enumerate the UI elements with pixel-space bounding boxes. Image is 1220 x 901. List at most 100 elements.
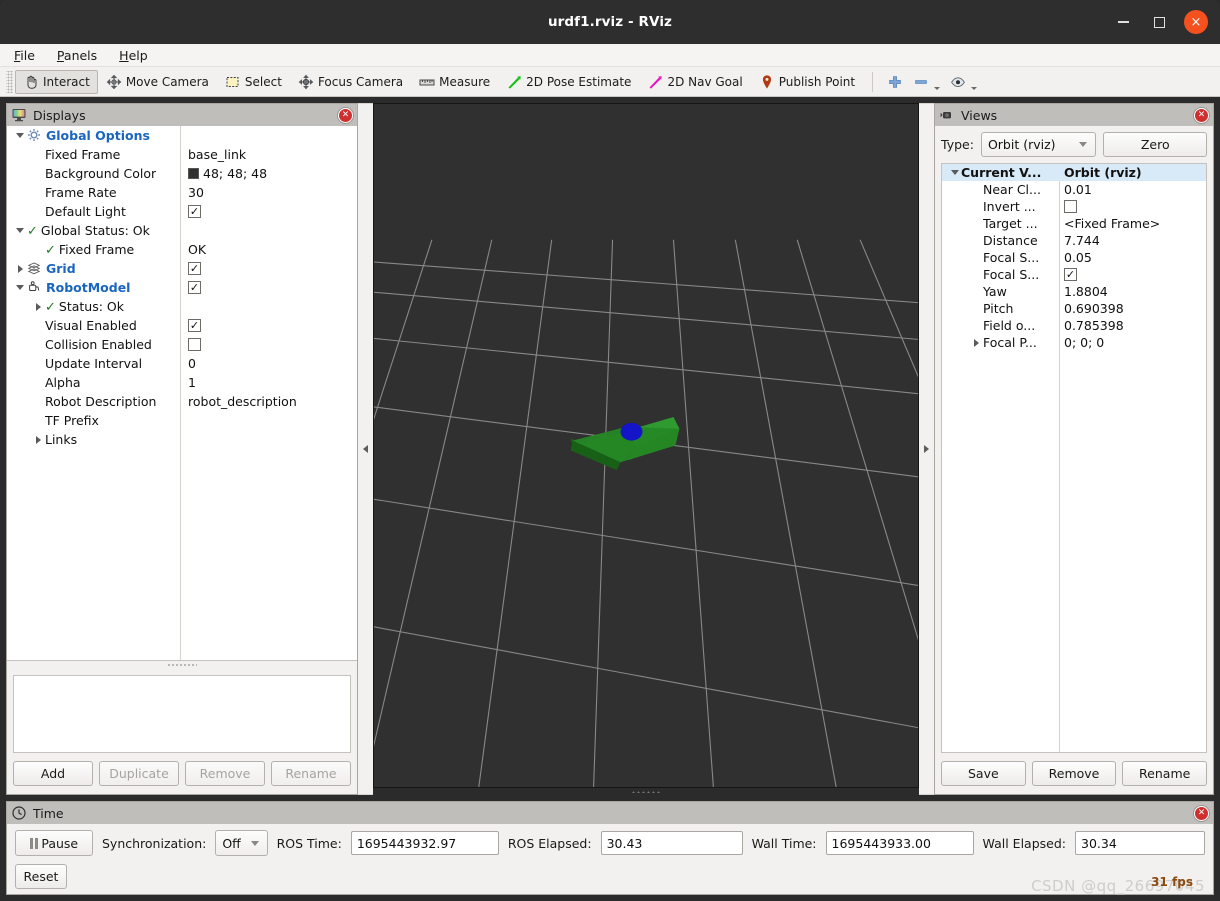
display-row[interactable]: Background Color 48; 48; 48 — [7, 164, 357, 183]
view-row-value[interactable]: 0.690398 — [1064, 301, 1124, 316]
views-tree[interactable]: Current V... Orbit (rviz) Near Cl... 0.01 In… — [941, 163, 1207, 753]
tool-focus-camera[interactable]: Focus Camera — [290, 70, 411, 94]
display-row[interactable]: Collision Enabled — [7, 335, 357, 354]
maximize-icon[interactable] — [1148, 11, 1170, 33]
displays-remove-button[interactable]: Remove — [185, 761, 265, 786]
wall-time-field[interactable]: 1695443933.00 — [825, 831, 974, 855]
display-row[interactable]: Visual Enabled ✓ — [7, 316, 357, 335]
display-row[interactable]: Grid ✓ — [7, 259, 357, 278]
display-row[interactable]: ✓ Global Status: Ok — [7, 221, 357, 240]
checkbox[interactable]: ✓ — [188, 262, 201, 275]
reset-button[interactable]: Reset — [15, 864, 67, 889]
viewport-splitter[interactable] — [373, 788, 919, 795]
tool-publish-point[interactable]: Publish Point — [751, 70, 863, 94]
tool-interact[interactable]: Interact — [15, 69, 98, 94]
tool-move-camera[interactable]: Move Camera — [98, 70, 217, 94]
checkbox[interactable] — [188, 338, 201, 351]
display-row-value[interactable]: base_link — [188, 147, 246, 162]
view-row[interactable]: Focal S... 0.05 — [942, 249, 1206, 266]
display-row[interactable]: Default Light ✓ — [7, 202, 357, 221]
display-row[interactable]: Fixed Frame base_link — [7, 145, 357, 164]
displays-duplicate-button[interactable]: Duplicate — [99, 761, 179, 786]
views-remove-button[interactable]: Remove — [1031, 761, 1117, 786]
display-row-value[interactable]: 30 — [188, 185, 204, 200]
ros-time-field[interactable]: 1695443932.97 — [350, 831, 499, 855]
time-panel-close-icon[interactable]: ✕ — [1194, 805, 1209, 821]
checkbox[interactable]: ✓ — [188, 281, 201, 294]
expander-expand-icon[interactable] — [31, 302, 45, 311]
menu-panels[interactable]: Panels — [57, 48, 97, 63]
checkbox[interactable]: ✓ — [188, 319, 201, 332]
toolbar-tool-properties[interactable] — [945, 70, 982, 94]
view-row[interactable]: Current V... Orbit (rviz) — [942, 164, 1206, 181]
display-row[interactable]: ✓ Status: Ok — [7, 297, 357, 316]
menu-help[interactable]: Help — [119, 48, 148, 63]
view-row[interactable]: Focal P... 0; 0; 0 — [942, 334, 1206, 351]
menu-file[interactable]: File — [14, 48, 35, 63]
expander-expand-icon[interactable] — [13, 264, 27, 273]
view-row-value[interactable]: <Fixed Frame> — [1064, 216, 1160, 231]
expander-collapse-icon[interactable] — [13, 133, 27, 138]
display-row[interactable]: RobotModel ✓ — [7, 278, 357, 297]
displays-panel-close-icon[interactable]: ✕ — [338, 107, 353, 123]
expander-collapse-icon[interactable] — [13, 285, 27, 290]
display-row[interactable]: ✓ Fixed Frame OK — [7, 240, 357, 259]
wall-elapsed-field[interactable]: 30.34 — [1075, 831, 1205, 855]
tool-2d-pose-estimate[interactable]: 2D Pose Estimate — [498, 70, 639, 94]
display-row-value[interactable]: robot_description — [188, 394, 297, 409]
view-row[interactable]: Target ... <Fixed Frame> — [942, 215, 1206, 232]
view-row-value[interactable]: 1.8804 — [1064, 284, 1108, 299]
view-row-value[interactable]: 0.05 — [1064, 250, 1092, 265]
display-row[interactable]: Links — [7, 430, 357, 449]
displays-rename-button[interactable]: Rename — [271, 761, 351, 786]
expander-collapse-icon[interactable] — [948, 170, 961, 175]
displays-splitter[interactable] — [7, 661, 357, 668]
display-row-color-cell[interactable]: 48; 48; 48 — [188, 166, 267, 181]
view-row-value[interactable]: 0; 0; 0 — [1064, 335, 1104, 350]
display-row[interactable]: Robot Description robot_description — [7, 392, 357, 411]
view-row[interactable]: Invert ... — [942, 198, 1206, 215]
view-row[interactable]: Pitch 0.690398 — [942, 300, 1206, 317]
display-row[interactable]: Frame Rate 30 — [7, 183, 357, 202]
tool-2d-nav-goal[interactable]: 2D Nav Goal — [639, 70, 750, 94]
view-row[interactable]: Field o... 0.785398 — [942, 317, 1206, 334]
display-row-value[interactable]: 1 — [188, 375, 196, 390]
view-row[interactable]: Distance 7.744 — [942, 232, 1206, 249]
expander-expand-icon[interactable] — [970, 338, 983, 347]
expander-expand-icon[interactable] — [31, 435, 45, 444]
view-row-value[interactable]: 7.744 — [1064, 233, 1100, 248]
views-zero-button[interactable]: Zero — [1103, 132, 1207, 157]
views-save-button[interactable]: Save — [941, 761, 1026, 786]
collapse-right-handle[interactable] — [919, 103, 934, 795]
expander-collapse-icon[interactable] — [13, 228, 27, 233]
views-type-combo[interactable]: Orbit (rviz) — [980, 132, 1097, 157]
view-row-value[interactable]: Orbit (rviz) — [1064, 165, 1142, 180]
view-row[interactable]: Yaw 1.8804 — [942, 283, 1206, 300]
views-rename-button[interactable]: Rename — [1122, 761, 1208, 786]
checkbox[interactable]: ✓ — [188, 205, 201, 218]
view-row-value[interactable]: 0.785398 — [1064, 318, 1124, 333]
view-row[interactable]: Focal S... ✓ — [942, 266, 1206, 283]
views-panel-close-icon[interactable]: ✕ — [1194, 107, 1209, 123]
3d-viewport[interactable] — [373, 103, 919, 788]
displays-tree[interactable]: Global Options Fixed Frame base_link Backgr… — [7, 126, 357, 661]
toolbar-grip[interactable] — [6, 70, 13, 93]
view-row-value[interactable]: 0.01 — [1064, 182, 1092, 197]
displays-add-button[interactable]: Add — [13, 761, 93, 786]
toolbar-add-tool[interactable] — [882, 70, 908, 94]
view-row[interactable]: Near Cl... 0.01 — [942, 181, 1206, 198]
ros-elapsed-field[interactable]: 30.43 — [600, 831, 743, 855]
close-icon[interactable]: × — [1184, 10, 1208, 34]
pause-button[interactable]: Pause — [15, 830, 93, 856]
display-row[interactable]: Update Interval 0 — [7, 354, 357, 373]
display-row[interactable]: Alpha 1 — [7, 373, 357, 392]
display-row-value[interactable]: OK — [188, 242, 206, 257]
display-row-value[interactable]: 0 — [188, 356, 196, 371]
checkbox[interactable] — [1064, 200, 1077, 213]
display-row[interactable]: TF Prefix — [7, 411, 357, 430]
synchronization-combo[interactable]: Off — [215, 830, 268, 856]
toolbar-remove-tool[interactable] — [908, 70, 945, 94]
display-row[interactable]: Global Options — [7, 126, 357, 145]
tool-measure[interactable]: Measure — [411, 70, 498, 94]
checkbox[interactable]: ✓ — [1064, 268, 1077, 281]
